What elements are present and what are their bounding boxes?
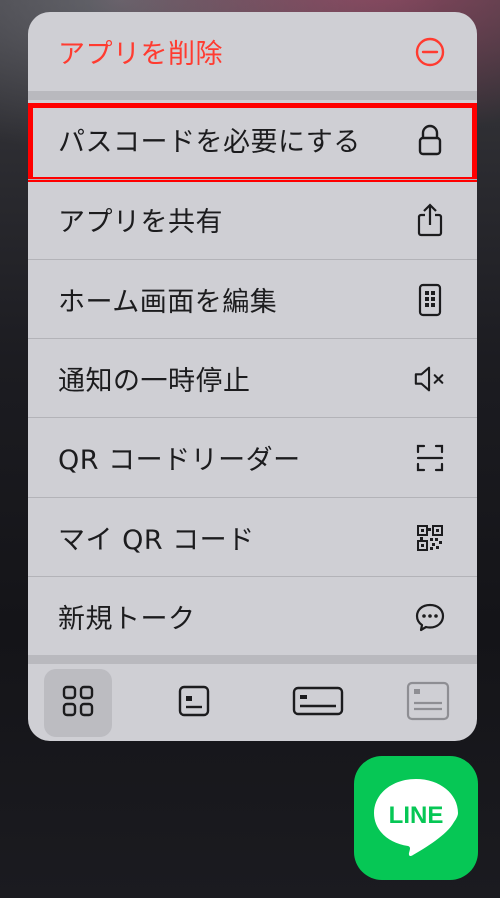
mute-icon: [413, 362, 447, 396]
section-separator: [28, 91, 477, 100]
new-chat-menu-item[interactable]: 新規トーク: [28, 577, 477, 656]
line-logo-text: LINE: [389, 802, 444, 829]
mute-notifications-menu-item[interactable]: 通知の一時停止: [28, 339, 477, 418]
large-widget-icon: [406, 681, 450, 725]
minus-circle-icon: [413, 35, 447, 69]
widget-size-picker: [28, 663, 477, 741]
mute-notifications-label: 通知の一時停止: [58, 366, 251, 397]
line-app-icon[interactable]: LINE: [354, 756, 478, 880]
widget-size-large-button[interactable]: [276, 669, 360, 737]
qr-code-icon: [413, 521, 447, 555]
small-widget-icon: [177, 684, 211, 722]
line-logo-icon: LINE: [374, 779, 458, 857]
qr-reader-label: QR コードリーダー: [58, 445, 301, 476]
scan-icon: [413, 441, 447, 475]
share-app-label: アプリを共有: [58, 207, 223, 238]
share-icon: [413, 202, 447, 237]
my-qr-code-label: マイ QR コード: [58, 525, 255, 556]
grid-icon: [61, 684, 95, 722]
delete-app-label: アプリを削除: [58, 39, 223, 70]
widget-size-extra-large-button[interactable]: [394, 669, 462, 737]
widget-size-small-button[interactable]: [44, 669, 112, 737]
share-app-menu-item[interactable]: アプリを共有: [28, 180, 477, 259]
context-menu: アプリを削除 パスコードを必要にする アプリを共有 ホーム画面を編集 通知の一時…: [28, 12, 477, 741]
edit-home-screen-label: ホーム画面を編集: [58, 287, 278, 318]
widget-size-medium-button[interactable]: [160, 669, 228, 737]
phone-icon: [413, 283, 447, 317]
edit-home-screen-menu-item[interactable]: ホーム画面を編集: [28, 260, 477, 339]
new-chat-label: 新規トーク: [58, 604, 196, 635]
qr-reader-menu-item[interactable]: QR コードリーダー: [28, 418, 477, 497]
wide-widget-icon: [292, 685, 344, 721]
highlight-box: [28, 103, 477, 182]
my-qr-code-menu-item[interactable]: マイ QR コード: [28, 498, 477, 577]
delete-app-menu-item[interactable]: アプリを削除: [28, 12, 477, 91]
chat-bubble-icon: [413, 600, 447, 634]
